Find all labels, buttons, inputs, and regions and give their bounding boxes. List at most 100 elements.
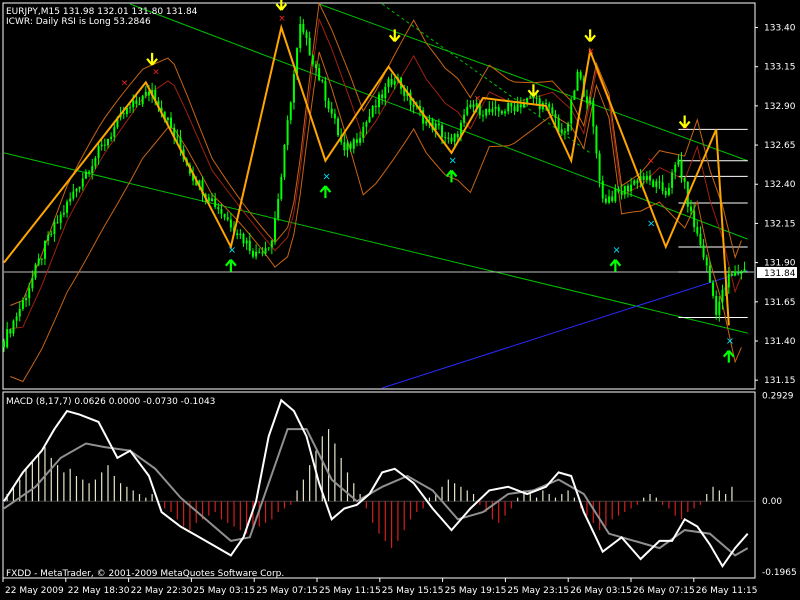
candle-body xyxy=(576,72,579,91)
macd-histogram-bar xyxy=(567,490,569,502)
axes: 133.40 133.15 132.90 132.65 132.40 132.15 131.… xyxy=(2,24,797,596)
candle-body xyxy=(53,222,56,235)
time-tick-label: 26 May 03:15 xyxy=(570,586,632,596)
candle-body xyxy=(129,107,132,109)
candle-body xyxy=(349,143,352,149)
candle-body xyxy=(9,329,12,334)
candle-body xyxy=(75,188,78,192)
macd-histogram-bar xyxy=(479,501,481,505)
macd-histogram-bar xyxy=(25,468,27,502)
candle-body xyxy=(444,137,447,139)
candle-body xyxy=(292,74,295,103)
candle-body xyxy=(456,133,459,138)
cyan-x-marker: × xyxy=(228,245,236,256)
candle-body xyxy=(18,308,21,317)
arrow-down-icon xyxy=(584,29,596,43)
candle-body xyxy=(362,126,365,138)
macd-histogram-bar xyxy=(605,501,607,527)
macd-histogram-bar xyxy=(662,501,664,505)
candle-body xyxy=(652,180,655,188)
macd-histogram-bar xyxy=(88,483,90,502)
macd-histogram-bar xyxy=(170,501,172,513)
candle-body xyxy=(696,227,699,234)
symbol-header: EURJPY,M15 131.98 132.01 131.80 131.84 xyxy=(6,7,198,17)
candle-body xyxy=(318,68,321,81)
blue-trend-line xyxy=(381,269,748,389)
candle-body xyxy=(97,146,100,159)
candle-body xyxy=(548,103,551,108)
candle-body xyxy=(308,37,311,56)
candle-body xyxy=(324,80,327,101)
macd-histogram-bar xyxy=(75,475,78,502)
time-tick-label: 25 May 03:15 xyxy=(193,586,255,596)
candle-body xyxy=(611,196,614,202)
cyan-x-marker: × xyxy=(726,336,734,347)
candle-body xyxy=(623,185,626,195)
candle-body xyxy=(494,106,497,109)
candle-body xyxy=(721,289,724,302)
arrow-up-icon xyxy=(722,349,735,363)
candle-body xyxy=(708,265,711,283)
candle-body xyxy=(113,127,116,137)
candle-body xyxy=(626,185,629,192)
price-tick-label: 132.40 xyxy=(764,180,796,190)
candle-body xyxy=(510,102,513,107)
candle-body xyxy=(289,102,292,121)
candle-body xyxy=(305,32,308,38)
red-x-marker: × xyxy=(474,94,482,104)
arrow-up-icon xyxy=(319,185,332,199)
candle-body xyxy=(614,188,617,202)
macd-histogram-bar xyxy=(529,494,531,502)
macd-histogram-bar xyxy=(334,443,336,502)
macd-histogram-bar xyxy=(283,501,286,509)
candle-body xyxy=(573,90,576,100)
macd-histogram-bar xyxy=(586,501,588,516)
macd-histogram-bar xyxy=(271,501,273,520)
candle-body xyxy=(466,107,469,115)
current-price-label: 131.84 xyxy=(764,269,796,279)
candle-body xyxy=(702,245,705,258)
candle-body xyxy=(689,206,692,212)
macd-histogram-bar xyxy=(655,497,657,502)
candle-body xyxy=(469,104,472,108)
candle-body xyxy=(491,108,494,113)
macd-histogram-bar xyxy=(327,429,330,502)
candle-body xyxy=(352,139,355,149)
macd-histogram-bar xyxy=(416,501,418,513)
candle-body xyxy=(245,240,248,244)
price-plot-area: ××××××××××××× xyxy=(3,0,754,389)
candle-body xyxy=(497,106,500,112)
candle-body xyxy=(658,181,661,183)
candle-body xyxy=(390,79,393,85)
time-tick-label: 22 May 22:30 xyxy=(131,586,193,596)
candle-body xyxy=(481,115,484,117)
candle-body xyxy=(677,159,680,165)
candle-body xyxy=(727,273,730,288)
candle-body xyxy=(78,186,81,189)
candle-body xyxy=(283,144,286,178)
macd-histogram-bar xyxy=(630,501,632,509)
candle-body xyxy=(144,91,147,96)
candle-body xyxy=(56,222,59,224)
candle-body xyxy=(740,272,743,274)
time-tick-label: 22 May 18:30 xyxy=(68,586,130,596)
macd-histogram-bar xyxy=(548,494,550,502)
candle-body xyxy=(608,196,611,203)
candle-body xyxy=(176,136,179,138)
candle-body xyxy=(12,320,15,334)
macd-histogram-bar xyxy=(422,501,424,509)
candle-body xyxy=(718,301,721,315)
candle-body xyxy=(34,264,37,278)
candle-body xyxy=(267,247,270,249)
macd-header: MACD (8,17,7) 0.0626 0.0000 -0.0730 -0.1… xyxy=(6,397,215,407)
red-x-marker: × xyxy=(587,47,595,57)
macd-histogram-bar xyxy=(378,501,380,534)
candle-body xyxy=(229,219,232,228)
candle-body xyxy=(598,153,601,181)
candle-body xyxy=(355,139,358,143)
candle-body xyxy=(264,248,267,254)
candle-body xyxy=(365,122,368,127)
candle-body xyxy=(567,123,570,132)
candle-body xyxy=(551,107,554,114)
candle-body xyxy=(381,94,384,99)
